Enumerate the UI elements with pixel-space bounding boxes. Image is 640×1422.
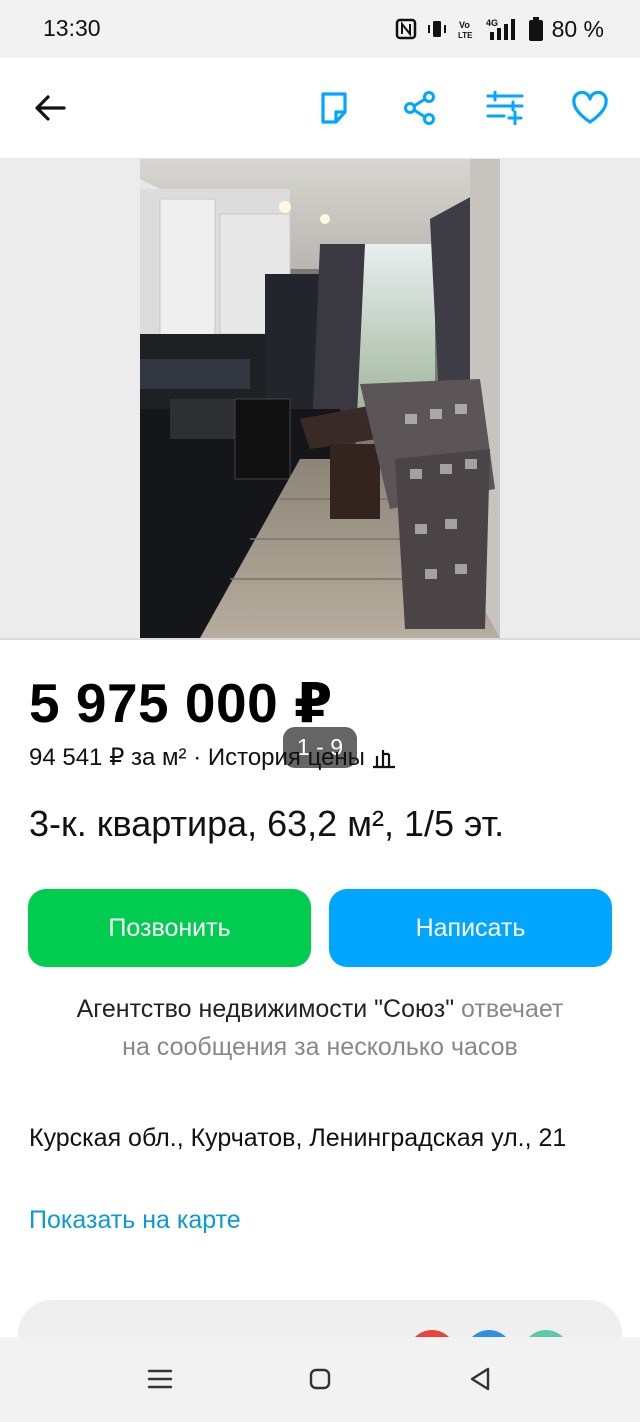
svg-text:Vo: Vo (459, 20, 470, 30)
back-icon (470, 1367, 490, 1391)
battery-percentage: 80 % (551, 15, 604, 42)
svg-text:LTE: LTE (458, 31, 473, 40)
write-message-button[interactable]: Написать (329, 889, 612, 967)
call-button[interactable]: Позвонить (28, 889, 311, 967)
note-button[interactable] (308, 82, 360, 134)
app-bar (0, 58, 640, 159)
battery-icon (528, 17, 543, 41)
home-button[interactable] (298, 1357, 342, 1401)
status-icons: Vo LTE 4G 80 % (395, 14, 604, 44)
vibrate-icon (427, 21, 446, 37)
favorite-button[interactable] (564, 82, 616, 134)
listing-photo[interactable] (140, 159, 500, 638)
listing-title: 3-к. квартира, 63,2 м², 1/5 эт. (29, 803, 505, 844)
show-on-map-link[interactable]: Показать на карте (29, 1206, 241, 1235)
back-button[interactable] (24, 82, 76, 134)
chart-bars-icon (372, 749, 395, 768)
seller-name[interactable]: Агентство недвижимости "Союз" (77, 995, 454, 1023)
home-icon (309, 1368, 331, 1390)
kitchen-photo-image (140, 159, 500, 638)
compare-list-icon (486, 91, 524, 125)
price: 5 975 000 ₽ (29, 672, 333, 734)
response-time-text-2: на сообщения за несколько часов (122, 1033, 518, 1061)
svg-text:4G: 4G (486, 18, 498, 28)
address: Курская обл., Курчатов, Ленинградская ул… (29, 1124, 567, 1152)
add-to-compare-button[interactable] (479, 82, 531, 134)
status-bar: 13:30 Vo LTE 4G 80 % (0, 0, 640, 58)
note-icon (321, 92, 347, 124)
system-back-button[interactable] (458, 1357, 502, 1401)
response-time-text-1: отвечает (461, 995, 564, 1023)
back-arrow-icon (35, 95, 66, 121)
section-divider (0, 638, 640, 640)
photo-gallery[interactable]: 1 - 9 (0, 159, 640, 768)
favorite-heart-icon (572, 91, 608, 124)
volte-icon: VoLTE (458, 20, 473, 40)
seller-response-info: Агентство недвижимости "Союз" отвечает н… (20, 990, 620, 1066)
nfc-icon (395, 18, 416, 40)
system-nav-bar (0, 1337, 640, 1422)
price-history-link[interactable]: 94 541 ₽ за м² · История цены (29, 743, 397, 772)
price-per-m2: 94 541 ₽ за м² · История цены (29, 744, 365, 771)
share-icon (404, 91, 435, 125)
signal-4g-icon: 4G (486, 18, 515, 40)
recent-apps-icon (147, 1369, 173, 1389)
status-time: 13:30 (43, 15, 101, 41)
recent-apps-button[interactable] (138, 1357, 182, 1401)
share-button[interactable] (394, 82, 446, 134)
